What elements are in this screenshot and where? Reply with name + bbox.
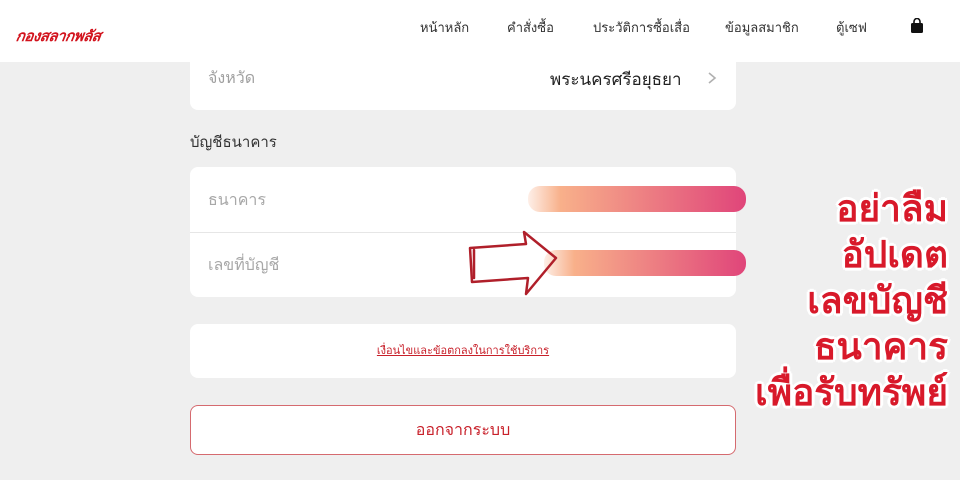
province-value[interactable]: พระนครศรีอยุธยา [550,66,682,93]
promo-callout: อย่าลืม อัปเดต เลขบัญชี ธนาคาร เพื่อรับท… [668,186,948,416]
nav-item-home[interactable]: หน้าหลัก [420,17,469,38]
callout-line-1: อย่าลืม [836,187,948,230]
logout-button[interactable]: ออกจากระบบ [190,405,736,455]
province-label: จังหวัด [208,68,256,87]
site-logo[interactable]: กองสลากพลัส [14,24,102,48]
callout-line-4: ธนาคาร [813,325,948,368]
top-navigation-bar: กองสลากพลัส หน้าหลัก คำสั่งซื้อ ประวัติก… [0,0,960,62]
chevron-right-icon[interactable] [706,70,718,86]
bank-name-placeholder: ธนาคาร [208,190,266,209]
shopping-bag-icon[interactable] [910,18,924,34]
bank-account-section-title: บัญชีธนาคาร [190,133,277,151]
callout-line-5: เพื่อรับทรัพย์ [755,371,948,414]
nav-item-purchase-history[interactable]: ประวัติการซื้อเสื่อ [593,17,690,38]
account-number-placeholder: เลขที่บัญชี [208,255,280,274]
callout-line-3: เลขบัญชี [807,279,948,322]
nav-item-safe[interactable]: ตู้เซฟ [836,17,867,38]
callout-line-2: อัปเดต [841,233,948,276]
hand-drawn-arrow-icon [468,230,558,296]
nav-item-orders[interactable]: คำสั่งซื้อ [507,17,554,38]
nav-item-member-info[interactable]: ข้อมูลสมาชิก [725,17,799,38]
terms-of-service-link[interactable]: เงื่อนไขและข้อตกลงในการใช้บริการ [190,324,736,378]
